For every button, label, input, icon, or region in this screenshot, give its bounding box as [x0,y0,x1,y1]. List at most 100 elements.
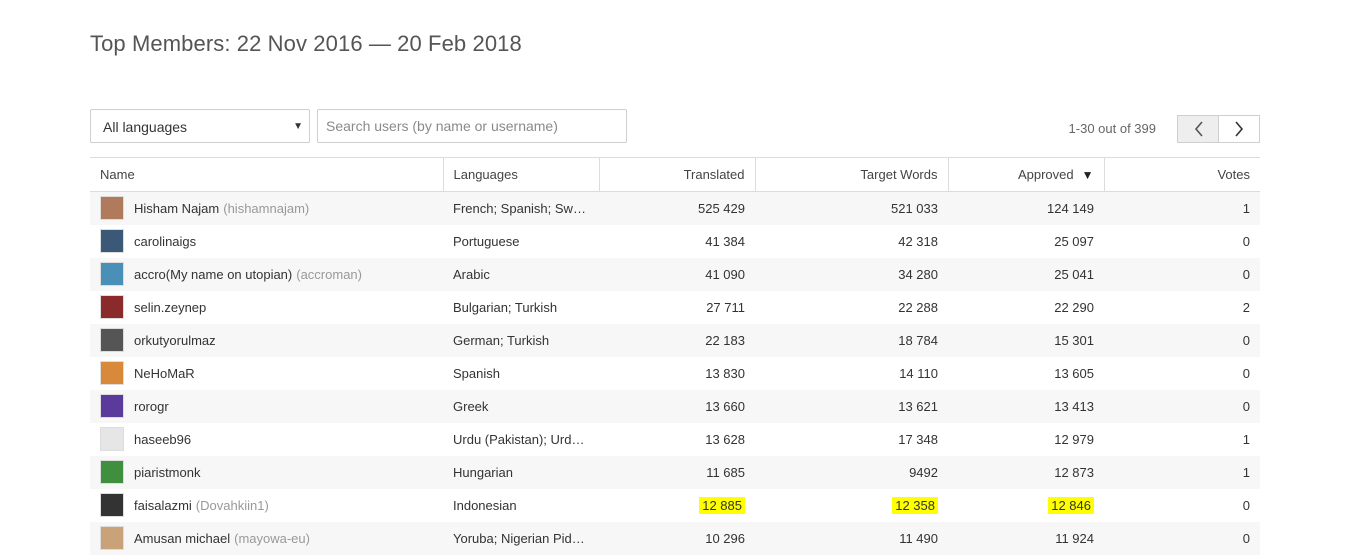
cell-name: selin.zeynep [90,291,443,324]
column-header-name[interactable]: Name [90,157,443,192]
avatar[interactable] [100,262,124,286]
sort-descending-icon: ▼ [1081,168,1094,182]
member-username: (hishamnajam) [223,200,310,216]
cell-votes: 1 [1104,455,1260,489]
member-name-link[interactable]: haseeb96 [134,432,191,447]
column-header-target-words[interactable]: Target Words [754,157,948,192]
cell-name: NeHoMaR [90,357,443,390]
cell-approved: 12 873 [948,455,1104,489]
approved-value: 12 873 [1054,464,1094,480]
target-words-value: 11 490 [899,530,938,546]
member-name-link[interactable]: selin.zeynep [134,300,206,315]
approved-value: 25 097 [1054,233,1094,249]
avatar[interactable] [100,361,124,385]
table-row: Amusan michael (mayowa-eu) Yoruba; Nigeria… [90,521,1260,555]
search-users-input[interactable] [317,109,627,143]
translated-value: 10 296 [705,530,745,546]
cell-name: orkutyorulmaz [90,323,443,357]
target-words-value: 22 288 [898,299,938,315]
cell-votes: 0 [1242,365,1250,381]
avatar[interactable] [100,295,124,319]
avatar[interactable] [100,229,124,253]
cell-votes: 0 [1242,233,1250,249]
avatar[interactable] [100,526,124,550]
target-words-value: 14 110 [899,365,938,381]
member-username: (Dovahkiin1) [195,497,269,513]
avatar[interactable] [100,460,124,484]
member-username: (accroman) [296,266,362,282]
translated-value: 41 384 [705,233,745,249]
avatar[interactable] [100,196,124,221]
column-header-translated[interactable]: Translated [598,157,755,192]
member-name-link[interactable]: accro(My name on utopian) [134,267,292,282]
cell-languages: French; Spanish; Sw… [443,191,599,225]
approved-value: 13 605 [1054,365,1094,381]
avatar[interactable] [100,427,124,451]
cell-target-words: 13 621 [755,389,948,423]
target-words-value: 521 033 [891,200,938,216]
cell-target-words: 42 318 [755,225,948,258]
member-name-link[interactable]: piaristmonk [134,465,200,480]
target-words-value: 18 784 [898,332,938,348]
cell-approved: 12 846 [948,489,1104,522]
cell-votes: 0 [1104,389,1260,423]
cell-translated: 10 296 [599,521,755,555]
member-name-link[interactable]: Amusan michael [134,531,230,546]
cell-name: piaristmonk [90,455,443,489]
translated-value: 22 183 [705,332,745,348]
cell-languages: Bulgarian; Turkish [453,299,558,315]
table-row: rorogr Greek 13 660 13 621 13 413 0 [90,389,1260,423]
translated-value: 12 885 [699,496,745,514]
translated-value: 13 830 [705,365,745,381]
approved-value: 25 041 [1054,266,1094,282]
approved-value: 11 924 [1055,530,1094,546]
translated-value: 13 628 [705,431,745,447]
cell-target-words: 9492 [755,455,948,489]
column-header-languages[interactable]: Languages [442,157,599,192]
cell-translated: 13 830 [599,357,755,390]
cell-votes: 0 [1242,497,1250,513]
cell-languages: Urdu (Pakistan); Urd… [453,431,585,447]
member-name-link[interactable]: faisalazmi [134,498,192,513]
cell-target-words: 11 490 [755,521,948,555]
avatar[interactable] [100,394,124,418]
cell-name: haseeb96 [90,423,443,456]
cell-languages: Indonesian [453,497,517,513]
target-words-value: 13 621 [898,398,938,414]
avatar[interactable] [100,493,124,517]
cell-translated: 13 660 [599,389,755,423]
cell-votes: 2 [1242,299,1250,315]
approved-value: 12 846 [1048,496,1094,514]
table-row: accro(My name on utopian) (accroman) Arabi… [90,257,1260,291]
target-words-value: 34 280 [898,266,938,282]
cell-target-words: 12 358 [755,489,948,522]
cell-translated: 12 885 [599,489,755,522]
cell-approved: 25 097 [948,225,1104,258]
next-page-button[interactable] [1218,115,1260,143]
cell-languages: Portuguese [453,233,520,249]
cell-target-words: 521 033 [755,191,948,225]
member-name-link[interactable]: carolinaigs [134,234,196,249]
target-words-value: 17 348 [898,431,938,447]
table-row: piaristmonk Hungarian 11 685 9492 12 873 1 [90,455,1260,489]
table-row: NeHoMaR Spanish 13 830 14 110 13 605 0 [90,357,1260,390]
previous-page-button[interactable] [1177,115,1219,143]
target-words-value: 42 318 [898,233,938,249]
language-select[interactable]: All languages ▼ [90,109,310,143]
chevron-left-icon [1194,121,1203,137]
cell-name: Hisham Najam (hishamnajam) [90,191,443,225]
column-header-votes[interactable]: Votes [1103,157,1260,192]
cell-votes: 0 [1104,257,1260,291]
member-name-link[interactable]: NeHoMaR [134,366,195,381]
column-header-approved[interactable]: Approved ▼ [947,157,1104,192]
cell-target-words: 17 348 [755,423,948,456]
member-name-link[interactable]: Hisham Najam [134,201,219,216]
cell-target-words: 14 110 [755,357,948,390]
member-name-link[interactable]: orkutyorulmaz [134,333,216,348]
cell-languages: Yoruba; Nigerian Pid… [443,521,599,555]
cell-name: Amusan michael (mayowa-eu) [90,521,443,555]
cell-approved: 11 924 [948,521,1104,555]
member-name-link[interactable]: rorogr [134,399,169,414]
cell-translated: 13 628 [599,423,755,456]
avatar[interactable] [100,328,124,352]
